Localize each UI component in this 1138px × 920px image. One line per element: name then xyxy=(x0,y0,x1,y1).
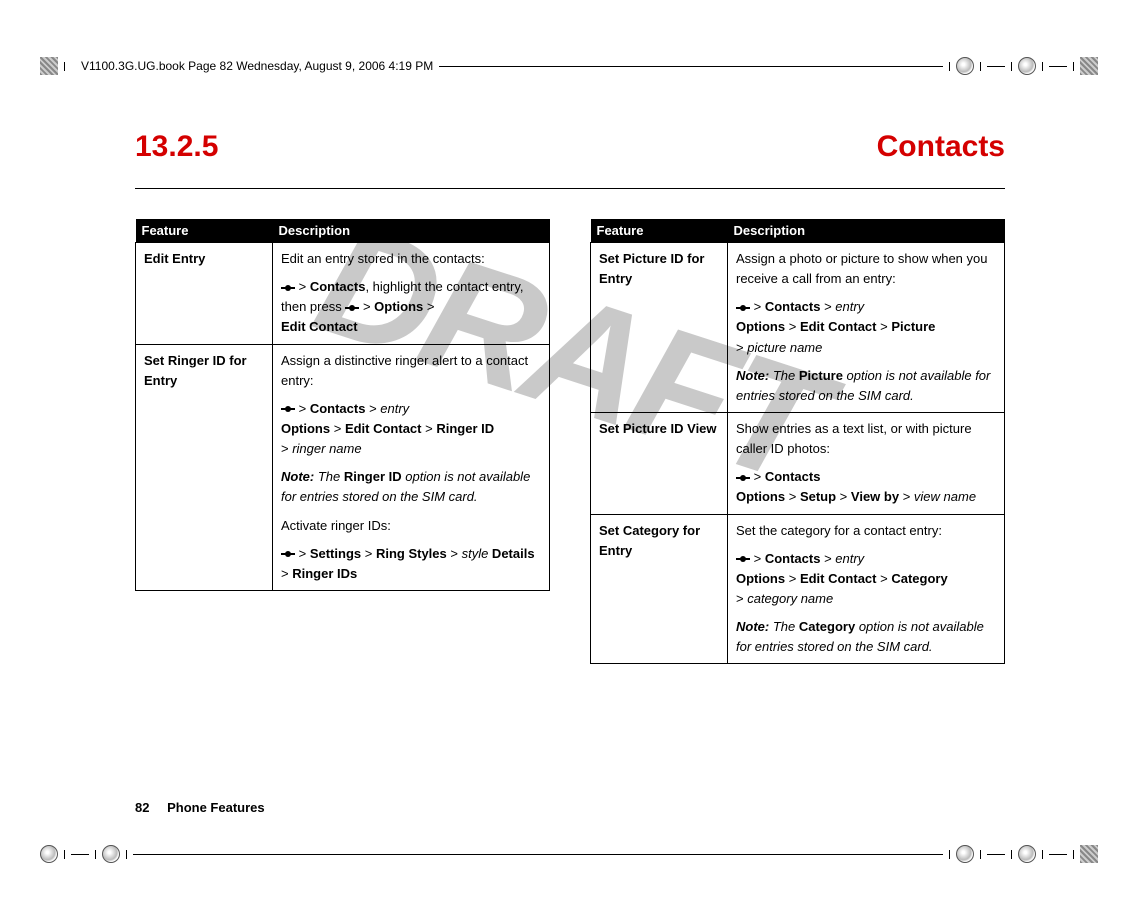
document-header-meta: V1100.3G.UG.book Page 82 Wednesday, Augu… xyxy=(81,59,433,73)
nav-key-icon xyxy=(736,554,750,564)
table-row: Set Picture ID View Show entries as a te… xyxy=(591,412,1005,514)
register-circle-icon xyxy=(1018,57,1036,75)
feature-description: Edit an entry stored in the contacts: > … xyxy=(273,243,550,345)
register-circle-icon xyxy=(956,845,974,863)
register-circle-icon xyxy=(40,845,58,863)
features-table-left: Feature Description Edit Entry Edit an e… xyxy=(135,219,550,591)
table-row: Set Picture ID for Entry Assign a photo … xyxy=(591,243,1005,413)
feature-name: Set Picture ID View xyxy=(591,412,728,514)
section-title: Contacts xyxy=(877,130,1005,164)
register-circle-icon xyxy=(102,845,120,863)
chapter-title: Phone Features xyxy=(167,800,265,815)
feature-description: Show entries as a text list, or with pic… xyxy=(728,412,1005,514)
nav-key-icon xyxy=(345,303,359,313)
table-row: Edit Entry Edit an entry stored in the c… xyxy=(136,243,550,345)
register-mark-icon xyxy=(40,57,58,75)
col-header-feature: Feature xyxy=(591,219,728,243)
feature-name: Set Ringer ID for Entry xyxy=(136,344,273,590)
features-table-right: Feature Description Set Picture ID for E… xyxy=(590,219,1005,664)
table-row: Set Category for Entry Set the category … xyxy=(591,514,1005,664)
nav-key-icon xyxy=(736,473,750,483)
col-header-feature: Feature xyxy=(136,219,273,243)
feature-description: Set the category for a contact entry: > … xyxy=(728,514,1005,664)
col-header-description: Description xyxy=(728,219,1005,243)
nav-key-icon xyxy=(281,404,295,414)
feature-name: Set Picture ID for Entry xyxy=(591,243,728,413)
nav-key-icon xyxy=(281,549,295,559)
feature-description: Assign a photo or picture to show when y… xyxy=(728,243,1005,413)
register-circle-icon xyxy=(1018,845,1036,863)
nav-key-icon xyxy=(281,283,295,293)
bottom-registration-bar xyxy=(40,838,1098,870)
register-mark-icon xyxy=(1080,845,1098,863)
register-mark-icon xyxy=(1080,57,1098,75)
feature-name: Set Category for Entry xyxy=(591,514,728,664)
register-circle-icon xyxy=(956,57,974,75)
section-number: 13.2.5 xyxy=(135,130,218,164)
page-footer: 82 Phone Features xyxy=(135,800,265,815)
table-row: Set Ringer ID for Entry Assign a distinc… xyxy=(136,344,550,590)
col-header-description: Description xyxy=(273,219,550,243)
top-registration-bar: V1100.3G.UG.book Page 82 Wednesday, Augu… xyxy=(40,50,1098,82)
section-heading: 13.2.5 Contacts xyxy=(135,130,1005,164)
feature-description: Assign a distinctive ringer alert to a c… xyxy=(273,344,550,590)
page-number: 82 xyxy=(135,800,149,815)
nav-key-icon xyxy=(736,303,750,313)
feature-name: Edit Entry xyxy=(136,243,273,345)
